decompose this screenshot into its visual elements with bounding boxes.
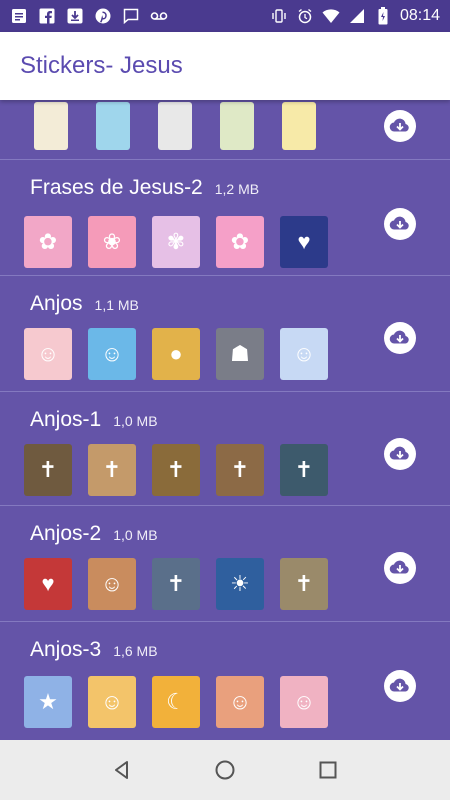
sticker-thumbnail: ✿ xyxy=(24,216,72,268)
home-button[interactable] xyxy=(205,750,245,790)
pack-name: Anjos-2 xyxy=(30,522,102,545)
sticker-pack-item[interactable] xyxy=(0,100,450,160)
pack-header: Anjos-2 1,0 MB xyxy=(30,522,158,546)
cloud-download-icon xyxy=(389,678,409,692)
sticker-pack-item[interactable]: Anjos-1 1,0 MB ✝ ✝ ✝ ✝ ✝ xyxy=(0,392,450,506)
wifi-icon xyxy=(322,7,340,25)
sticker-thumbnail: ✝ xyxy=(152,444,200,496)
facebook-icon xyxy=(38,7,56,25)
pack-size: 1,6 MB xyxy=(113,643,158,659)
sticker-thumbnail: ☺ xyxy=(280,676,328,728)
sticker-thumbnail xyxy=(158,102,192,150)
sticker-thumbnail xyxy=(282,102,316,150)
pack-header: Anjos-1 1,0 MB xyxy=(30,408,158,432)
sticker-thumbnail: ♥ xyxy=(24,558,72,610)
navigation-bar xyxy=(0,740,450,800)
vibrate-icon xyxy=(270,7,288,25)
download-button[interactable] xyxy=(384,438,416,470)
sticker-thumbnail: ♥ xyxy=(280,216,328,268)
sticker-pack-item[interactable]: Anjos 1,1 MB ☺ ☺ ● ☗ ☺ xyxy=(0,276,450,392)
sticker-thumbnail: ✿ xyxy=(216,216,264,268)
battery-icon xyxy=(374,7,392,25)
sticker-thumbnail: ☺ xyxy=(280,328,328,380)
recents-button[interactable] xyxy=(308,750,348,790)
sticker-thumbnail xyxy=(96,102,130,150)
pack-size: 1,0 MB xyxy=(113,527,158,543)
status-time: 08:14 xyxy=(399,7,440,24)
sticker-thumbnails xyxy=(34,102,316,150)
pack-header: Frases de Jesus-2 1,2 MB xyxy=(30,176,259,200)
sticker-thumbnails: ★ ☺ ☾ ☺ ☺ xyxy=(24,676,328,728)
sticker-thumbnail: ★ xyxy=(24,676,72,728)
back-icon xyxy=(114,761,128,779)
sticker-pack-item[interactable]: Frases de Jesus-2 1,2 MB ✿ ❀ ✾ ✿ ♥ xyxy=(0,160,450,276)
sticker-thumbnails: ✝ ✝ ✝ ✝ ✝ xyxy=(24,444,328,496)
signal-icon xyxy=(348,7,366,25)
download-button[interactable] xyxy=(384,208,416,240)
pack-size: 1,0 MB xyxy=(113,413,158,429)
pack-name: Anjos xyxy=(30,292,83,315)
download-button[interactable] xyxy=(384,670,416,702)
pack-size: 1,1 MB xyxy=(94,297,139,313)
cloud-download-icon xyxy=(389,330,409,344)
sticker-thumbnails: ☺ ☺ ● ☗ ☺ xyxy=(24,328,328,380)
sticker-pack-item[interactable]: Anjos-2 1,0 MB ♥ ☺ ✝ ☀ ✝ xyxy=(0,506,450,622)
download-button[interactable] xyxy=(384,552,416,584)
sticker-thumbnail: ✝ xyxy=(216,444,264,496)
sticker-thumbnail: ❀ xyxy=(88,216,136,268)
cloud-download-icon xyxy=(389,560,409,574)
cloud-download-icon xyxy=(389,118,409,132)
sticker-thumbnail xyxy=(34,102,68,150)
sticker-thumbnail: ☾ xyxy=(152,676,200,728)
sticker-thumbnail: ● xyxy=(152,328,200,380)
home-icon xyxy=(215,760,235,780)
pack-name: Anjos-3 xyxy=(30,638,102,661)
pack-header: Anjos 1,1 MB xyxy=(30,292,139,316)
sticker-thumbnail: ✝ xyxy=(280,444,328,496)
chat-icon xyxy=(122,7,140,25)
sticker-pack-item[interactable]: Anjos-3 1,6 MB ★ ☺ ☾ ☺ ☺ xyxy=(0,622,450,740)
sticker-thumbnail: ☺ xyxy=(88,328,136,380)
sticker-thumbnail: ✝ xyxy=(152,558,200,610)
sticker-thumbnails: ♥ ☺ ✝ ☀ ✝ xyxy=(24,558,328,610)
sticker-thumbnail: ✝ xyxy=(88,444,136,496)
pinterest-icon xyxy=(94,7,112,25)
cloud-download-icon xyxy=(389,216,409,230)
sticker-thumbnail: ☀ xyxy=(216,558,264,610)
pack-size: 1,2 MB xyxy=(214,181,260,197)
sticker-thumbnail xyxy=(220,102,254,150)
pack-name: Frases de Jesus-2 xyxy=(30,176,203,199)
sticker-thumbnail: ✝ xyxy=(280,558,328,610)
message-icon xyxy=(10,7,28,25)
download-button[interactable] xyxy=(384,322,416,354)
download-icon xyxy=(66,7,84,25)
app-title: Stickers- Jesus xyxy=(20,52,183,79)
sticker-thumbnail: ☺ xyxy=(216,676,264,728)
sticker-thumbnail: ☺ xyxy=(88,558,136,610)
sticker-thumbnails: ✿ ❀ ✾ ✿ ♥ xyxy=(24,216,328,268)
download-button[interactable] xyxy=(384,110,416,142)
voicemail-icon xyxy=(150,7,168,25)
sticker-thumbnail: ✾ xyxy=(152,216,200,268)
pack-header: Anjos-3 1,6 MB xyxy=(30,638,158,662)
recents-icon xyxy=(319,761,337,779)
sticker-pack-list[interactable]: Frases de Jesus-2 1,2 MB ✿ ❀ ✾ ✿ ♥ Anjos… xyxy=(0,100,450,740)
status-bar: 08:14 xyxy=(0,0,450,32)
sticker-thumbnail: ✝ xyxy=(24,444,72,496)
sticker-thumbnail: ☺ xyxy=(24,328,72,380)
sticker-thumbnail: ☺ xyxy=(88,676,136,728)
back-button[interactable] xyxy=(102,750,142,790)
alarm-icon xyxy=(296,7,314,25)
cloud-download-icon xyxy=(389,446,409,460)
app-bar: Stickers- Jesus xyxy=(0,32,450,100)
pack-name: Anjos-1 xyxy=(30,408,102,431)
sticker-thumbnail: ☗ xyxy=(216,328,264,380)
